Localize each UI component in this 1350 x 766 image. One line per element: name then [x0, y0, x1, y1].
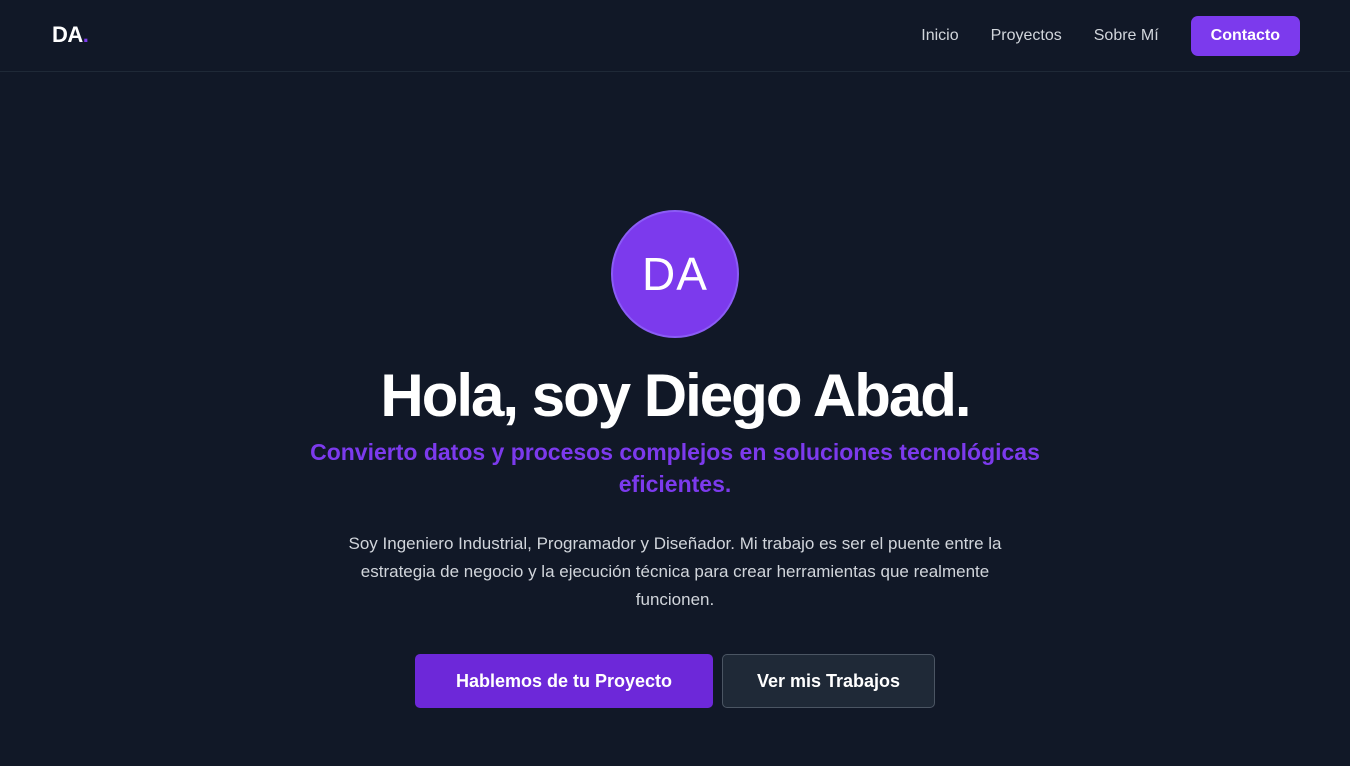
nav-links: Inicio Proyectos Sobre Mí Contacto: [921, 16, 1300, 56]
logo[interactable]: DA.: [52, 22, 89, 48]
logo-text: DA: [52, 22, 83, 47]
contact-button[interactable]: Contacto: [1190, 16, 1300, 56]
view-works-button[interactable]: Ver mis Trabajos: [722, 654, 935, 708]
hero-section: DA Hola, soy Diego Abad. Convierto datos…: [0, 210, 1350, 708]
nav-link-inicio[interactable]: Inicio: [921, 27, 958, 45]
page-title: Hola, soy Diego Abad.: [380, 362, 971, 429]
hero-buttons: Hablemos de tu Proyecto Ver mis Trabajos: [0, 654, 1350, 708]
avatar: DA: [611, 210, 739, 338]
nav-link-sobre-mi[interactable]: Sobre Mí: [1094, 27, 1159, 45]
nav-link-proyectos[interactable]: Proyectos: [991, 27, 1062, 45]
hero-description: Soy Ingeniero Industrial, Programador y …: [348, 534, 1002, 609]
navbar: DA. Inicio Proyectos Sobre Mí Contacto: [0, 0, 1350, 72]
talk-project-button[interactable]: Hablemos de tu Proyecto: [415, 654, 713, 708]
hero-subtitle: Convierto datos y procesos complejos en …: [310, 439, 1040, 497]
logo-dot: .: [82, 22, 89, 47]
